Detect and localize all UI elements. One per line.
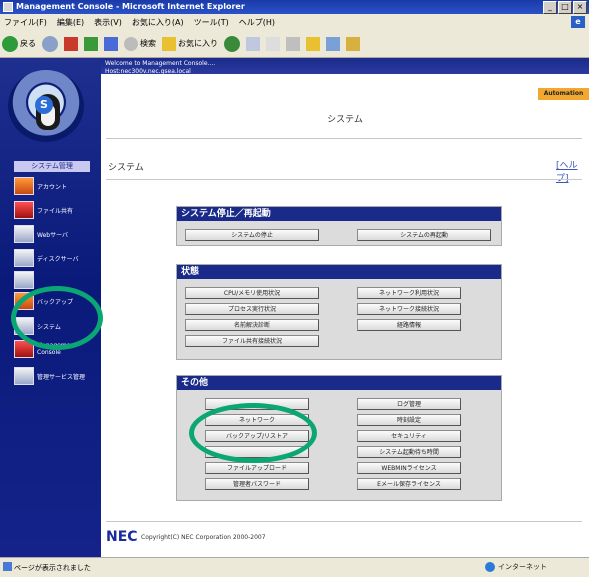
edit-icon[interactable]: [326, 36, 340, 51]
copyright-text: Copyright(C) NEC Corporation 2000-2007: [141, 534, 266, 541]
sidebar-item-label: Webサーバ: [37, 231, 69, 239]
shutdown-button[interactable]: システムの停止: [185, 229, 319, 241]
page-icon: [3, 562, 12, 571]
help-link[interactable]: [ヘルプ]: [556, 158, 589, 184]
menu-edit[interactable]: 編集(E): [57, 17, 84, 28]
log-management-button[interactable]: ログ管理: [357, 398, 461, 410]
section-title: システム停止／再起動: [177, 207, 501, 221]
search-label: 検索: [140, 39, 156, 48]
startup-wait-button[interactable]: システム起動待ち時間: [357, 446, 461, 458]
home-icon[interactable]: [104, 36, 118, 51]
banner-text: Welcome to Management Console.... Host:n…: [105, 60, 215, 76]
mail-icon[interactable]: [266, 36, 280, 51]
service-icon: [14, 367, 34, 385]
sidebar-item-label: ファイル共有: [37, 207, 74, 215]
highlight-ring-network: [189, 403, 317, 463]
menu-favorites[interactable]: お気に入り(A): [132, 17, 184, 28]
sidebar-item-service[interactable]: 管理サービス管理: [14, 366, 94, 386]
sidebar-item-web-server[interactable]: Webサーバ: [14, 224, 94, 244]
maximize-button[interactable]: □: [558, 1, 572, 14]
sidebar-item-disk-server[interactable]: ディスクサーバ: [14, 248, 94, 268]
browser-toolbar: 戻る 検索 お気に入り: [0, 30, 589, 58]
back-arrow-icon: [2, 35, 18, 52]
security-button[interactable]: セキュリティ: [357, 430, 461, 442]
email-license-button[interactable]: Eメール保存ライセンス: [357, 478, 461, 490]
minimize-button[interactable]: _: [543, 1, 557, 14]
search-icon: [124, 36, 138, 51]
file-share-status-button[interactable]: ファイル共有接続状況: [185, 335, 319, 347]
users-icon: [14, 177, 34, 195]
file-upload-button[interactable]: ファイルアップロード: [205, 462, 309, 474]
refresh-icon[interactable]: [84, 36, 98, 51]
nec-logo: NEC: [106, 529, 138, 545]
print-icon[interactable]: [286, 36, 300, 51]
banner-welcome: Welcome to Management Console....: [105, 60, 216, 67]
messenger-icon[interactable]: [346, 36, 360, 51]
disk-icon: [14, 249, 34, 267]
sidebar-item-label: アカウント: [37, 183, 68, 191]
logo-s-badge: S: [35, 96, 53, 114]
web-icon: [14, 225, 34, 243]
search-button[interactable]: 検索: [124, 33, 156, 55]
menu-tools[interactable]: ツール(T): [194, 17, 229, 28]
divider: [106, 521, 582, 522]
process-status-button[interactable]: プロセス実行状況: [185, 303, 319, 315]
globe-icon: [485, 562, 495, 572]
section-title: その他: [177, 376, 501, 390]
window-title: Management Console - Microsoft Internet …: [0, 0, 589, 14]
tool-icon: [14, 271, 34, 289]
page-title: システム: [327, 115, 363, 125]
media-icon[interactable]: [224, 35, 240, 52]
sidebar-item-label: 管理サービス管理: [37, 373, 86, 381]
folder-icon[interactable]: [306, 36, 320, 51]
highlight-ring-system: [11, 286, 103, 350]
section-title: 状態: [177, 265, 501, 279]
time-settings-button[interactable]: 時刻設定: [357, 414, 461, 426]
menu-view[interactable]: 表示(V): [94, 17, 122, 28]
favorites-button[interactable]: お気に入り: [162, 33, 218, 55]
cpu-memory-button[interactable]: CPU/メモリ使用状況: [185, 287, 319, 299]
breadcrumb: システム: [108, 163, 144, 173]
back-label: 戻る: [20, 39, 36, 48]
folder-share-icon: [14, 201, 34, 219]
sidebar-item-account[interactable]: アカウント: [14, 176, 94, 196]
name-resolution-button[interactable]: 名前解決診断: [185, 319, 319, 331]
menu-help[interactable]: ヘルプ(H): [239, 17, 275, 28]
star-icon: [162, 36, 176, 51]
status-text: ページが表示されました: [14, 564, 91, 572]
security-zone: インターネット: [498, 563, 547, 571]
sidebar-item-label: ディスクサーバ: [37, 255, 79, 263]
divider: [106, 138, 582, 139]
section-status: 状態 CPU/メモリ使用状況 ネットワーク利用状況 プロセス実行状況 ネットワー…: [176, 264, 502, 360]
route-info-button[interactable]: 経路情報: [357, 319, 461, 331]
ie-logo-icon: e: [571, 16, 585, 28]
restart-button[interactable]: システムの再起動: [357, 229, 491, 241]
history-icon[interactable]: [246, 36, 260, 51]
sidebar-item-file-share[interactable]: ファイル共有: [14, 200, 94, 220]
banner-host: Host:nec300v.nec.gsea.local: [105, 68, 191, 75]
menubar: ファイル(F) 編集(E) 表示(V) お気に入り(A) ツール(T) ヘルプ(…: [0, 14, 589, 30]
window-controls: _ □ ×: [543, 1, 587, 14]
app-icon: [3, 2, 13, 12]
close-button[interactable]: ×: [573, 1, 587, 14]
admin-password-button[interactable]: 管理者パスワード: [205, 478, 309, 490]
webmin-license-button[interactable]: WEBMINライセンス: [357, 462, 461, 474]
back-button[interactable]: 戻る: [2, 33, 36, 55]
section-shutdown: システム停止／再起動 システムの停止 システムの再起動: [176, 206, 502, 246]
network-usage-button[interactable]: ネットワーク利用状況: [357, 287, 461, 299]
network-connection-button[interactable]: ネットワーク接続状況: [357, 303, 461, 315]
stop-icon[interactable]: [64, 36, 78, 51]
sidebar-header: システム管理: [14, 161, 90, 172]
divider: [106, 179, 582, 180]
automation-tab[interactable]: Automation: [538, 88, 589, 100]
favorites-label: お気に入り: [178, 39, 218, 48]
forward-arrow-icon[interactable]: [42, 35, 58, 52]
menu-file[interactable]: ファイル(F): [4, 17, 47, 28]
